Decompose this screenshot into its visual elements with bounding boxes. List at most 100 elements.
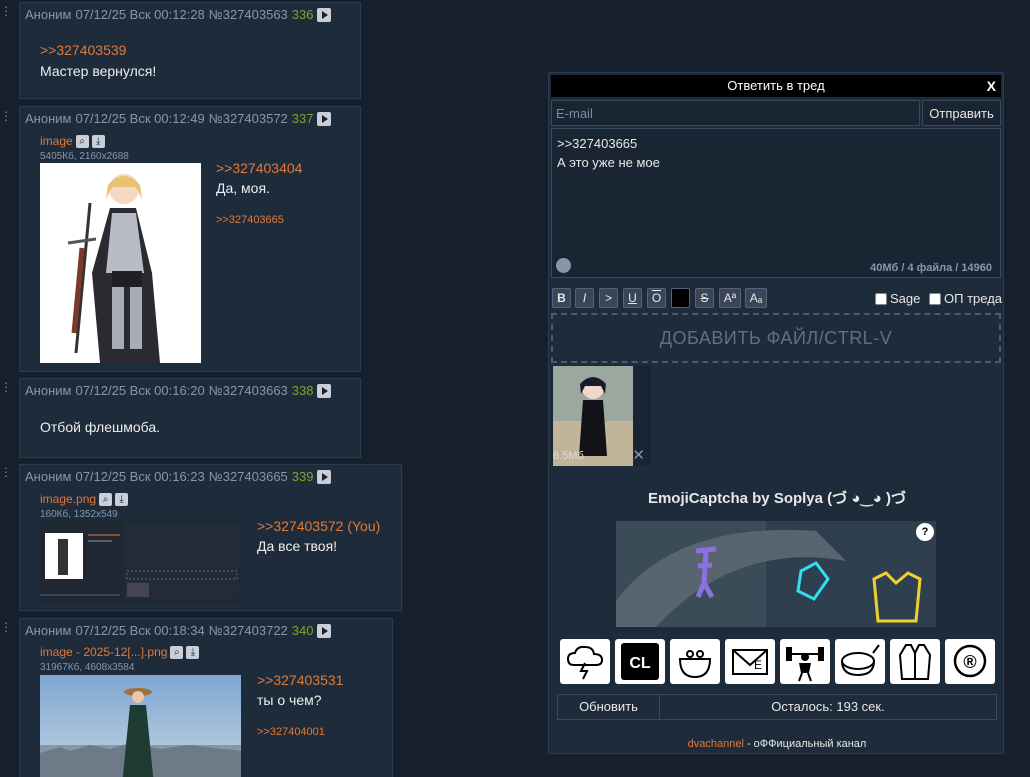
reply-form-titlebar[interactable]: Ответить в тред X (551, 75, 1001, 97)
footer-link[interactable]: dvachannel (688, 738, 744, 750)
spoiler-button[interactable] (671, 288, 690, 308)
upload-limits: 40Мб / 4 файла / 14960 (870, 262, 992, 274)
file-drop-zone[interactable]: ДОБАВИТЬ ФАЙЛ/CTRL-V (551, 313, 1001, 363)
post-id[interactable]: №327403722 (209, 623, 288, 638)
post-date: 07/12/25 Вск 00:12:28 (75, 7, 205, 22)
download-icon[interactable]: ⤓ (115, 492, 129, 506)
post-header: Аноним 07/12/25 Вск 00:16:23 №327403665 … (25, 469, 332, 484)
reply-link[interactable]: >>327403539 (40, 42, 126, 58)
post: Аноним 07/12/25 Вск 00:12:28 №327403563 … (19, 2, 361, 99)
file-name[interactable]: image.png (40, 492, 96, 506)
post-header: Аноним 07/12/25 Вск 00:12:49 №327403572 … (25, 111, 332, 126)
post-header: Аноним 07/12/25 Вск 00:16:20 №327403663 … (25, 383, 332, 398)
file-name-row: image - 2025-12[...].png ⌕ ⤓ (40, 645, 200, 659)
reply-link[interactable]: >>327403531 (257, 672, 343, 688)
emoji-registered-label: ® (963, 652, 976, 672)
message-text[interactable]: >>327403665 А это уже не мое (557, 134, 660, 172)
svg-text:E: E (754, 658, 762, 672)
post: Аноним 07/12/25 Вск 00:16:20 №327403663 … (19, 378, 361, 458)
play-icon[interactable] (317, 7, 332, 22)
post-image[interactable] (40, 163, 201, 363)
play-icon[interactable] (317, 469, 332, 484)
search-icon[interactable]: ⌕ (99, 492, 113, 506)
post-author: Аноним (25, 7, 72, 22)
captcha-title: EmojiCaptcha by Soplya (づ ◕‿◕ )づ (647, 490, 907, 507)
post-author: Аноним (25, 623, 72, 638)
strike-button[interactable]: S (695, 288, 714, 308)
post-text: Мастер вернулся! (40, 63, 157, 79)
reply-link[interactable]: >>327403572 (You) (257, 518, 380, 534)
download-icon[interactable]: ⤓ (186, 645, 200, 659)
post-menu-dots[interactable]: ⋮ (0, 621, 12, 633)
message-textarea[interactable]: >>327403665 А это уже не мое 40Мб / 4 фа… (551, 128, 1001, 278)
reply-form: Ответить в тред X Отправить >>327403665 … (548, 72, 1004, 754)
post-menu-dots[interactable]: ⋮ (0, 466, 12, 478)
italic-button[interactable]: I (575, 288, 594, 308)
post-index: 338 (291, 383, 314, 398)
post-date: 07/12/25 Вск 00:18:34 (75, 623, 205, 638)
footer-text: - оФФициальный канал (743, 738, 867, 750)
emoji-vest-icon[interactable] (890, 639, 940, 684)
reply-form-title: Ответить в тред (727, 78, 825, 93)
post-date: 07/12/25 Вск 00:12:49 (75, 111, 205, 126)
reply-backlink[interactable]: >>327403665 (216, 214, 284, 226)
file-info: 5405Кб, 2160x2688 (40, 151, 129, 162)
post-index: 337 (291, 111, 314, 126)
file-name-row: image ⌕ ⤓ (40, 134, 105, 148)
emoji-purse-icon[interactable] (670, 639, 720, 684)
emoji-weightlifter-icon[interactable] (780, 639, 830, 684)
post-date: 07/12/25 Вск 00:16:23 (75, 469, 205, 484)
captcha-help-icon[interactable]: ? (916, 523, 934, 541)
post-id[interactable]: №327403663 (209, 383, 288, 398)
emoji-registered-icon[interactable]: ® (945, 639, 995, 684)
captcha-image: ? (616, 521, 936, 627)
email-field[interactable] (551, 100, 920, 126)
bold-button[interactable]: B (552, 288, 571, 308)
search-icon[interactable]: ⌕ (170, 645, 184, 659)
quote-button[interactable]: > (599, 288, 618, 308)
reply-backlink[interactable]: >>327404001 (257, 726, 325, 738)
search-icon[interactable]: ⌕ (75, 134, 89, 148)
post-text: Да, моя. (216, 180, 270, 196)
post-index: 340 (291, 623, 314, 638)
underline-button[interactable]: U (623, 288, 642, 308)
sail-icon[interactable] (556, 258, 571, 273)
superscript-button[interactable]: Aª (719, 288, 741, 308)
remove-attachment-icon[interactable]: ✕ (632, 446, 645, 464)
download-icon[interactable]: ⤓ (91, 134, 105, 148)
post: Аноним 07/12/25 Вск 00:16:23 №327403665 … (19, 464, 402, 611)
post-image[interactable] (40, 521, 241, 602)
attachment-thumbnail[interactable]: 6.5Мб ✕ (551, 366, 651, 466)
post: Аноним 07/12/25 Вск 00:18:34 №327403722 … (19, 618, 393, 777)
emoji-bowl-icon[interactable] (835, 639, 885, 684)
post-menu-dots[interactable]: ⋮ (0, 5, 12, 17)
overline-button[interactable]: O (647, 288, 666, 308)
post-menu-dots[interactable]: ⋮ (0, 381, 12, 393)
post-id[interactable]: №327403572 (209, 111, 288, 126)
play-icon[interactable] (317, 383, 332, 398)
op-checkbox[interactable]: ОП треда (929, 291, 1002, 306)
subscript-button[interactable]: Aₐ (745, 288, 767, 308)
reply-link[interactable]: >>327403404 (216, 160, 302, 176)
post-text: Отбой флешмоба. (40, 419, 160, 435)
send-button[interactable]: Отправить (922, 100, 1001, 126)
emoji-cloud-lightning-icon[interactable] (560, 639, 610, 684)
post-menu-dots[interactable]: ⋮ (0, 110, 12, 122)
op-label: ОП треда (944, 291, 1003, 306)
sage-checkbox[interactable]: Sage (875, 291, 920, 306)
file-name[interactable]: image (40, 134, 73, 148)
file-info: 160Кб, 1352x549 (40, 509, 118, 520)
close-icon[interactable]: X (987, 75, 996, 97)
play-icon[interactable] (317, 111, 332, 126)
post-image[interactable] (40, 675, 241, 777)
emoji-envelope-icon[interactable]: E (725, 639, 775, 684)
post-author: Аноним (25, 469, 72, 484)
post-date: 07/12/25 Вск 00:16:20 (75, 383, 205, 398)
emoji-cl-icon[interactable]: CL (615, 639, 665, 684)
captcha-refresh-button[interactable]: Обновить (557, 694, 660, 720)
play-icon[interactable] (317, 623, 332, 638)
post-id[interactable]: №327403563 (209, 7, 288, 22)
post-id[interactable]: №327403665 (209, 469, 288, 484)
file-name[interactable]: image - 2025-12[...].png (40, 645, 167, 659)
post-text: Да все твоя! (257, 538, 338, 554)
